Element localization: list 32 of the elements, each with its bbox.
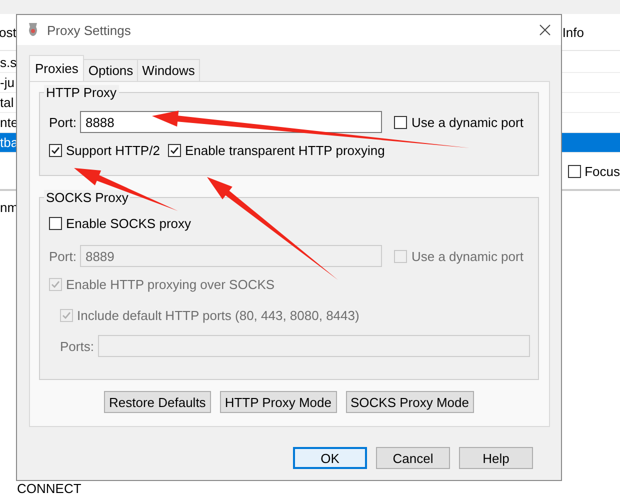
checkbox-label: Enable HTTP proxying over SOCKS (66, 277, 275, 292)
column-header: Info (562, 24, 584, 40)
checkbox[interactable] (49, 217, 62, 230)
checkbox-label: Support HTTP/2 (66, 143, 160, 158)
app-icon (27, 22, 39, 38)
tab[interactable]: Options (83, 59, 138, 81)
group-title: SOCKS Proxy (44, 190, 130, 205)
mode-button[interactable]: SOCKS Proxy Mode (346, 391, 474, 413)
checkbox[interactable] (49, 144, 62, 157)
field-label: Port: (49, 248, 76, 264)
checkbox-label: Use a dynamic port (411, 248, 524, 264)
window-title: Proxy Settings (47, 22, 132, 38)
dialog-button[interactable]: Cancel (376, 447, 450, 469)
dialog-button[interactable]: OK (293, 447, 367, 469)
mode-button[interactable]: Restore Defaults (104, 391, 211, 413)
close-icon[interactable] (539, 24, 551, 36)
status-text: CONNECT (17, 481, 82, 495)
checkbox[interactable] (568, 164, 581, 178)
group-title: HTTP Proxy (44, 85, 119, 100)
checkbox[interactable] (394, 116, 408, 128)
checkbox-label: Focus (584, 164, 620, 178)
field-label: Ports: (60, 338, 94, 354)
checkbox-label: Include default HTTP ports (80, 443, 8080, 8443) (77, 308, 360, 323)
dialog-button[interactable]: Help (459, 447, 533, 469)
checkbox[interactable] (168, 144, 181, 157)
mode-button[interactable]: HTTP Proxy Mode (220, 391, 336, 413)
tab[interactable]: Windows (137, 59, 200, 81)
tab[interactable]: Proxies (29, 55, 84, 81)
field-label: Port: (49, 114, 76, 130)
checkbox-label: Enable SOCKS proxy (66, 216, 192, 231)
checkbox-label: Enable transparent HTTP proxying (184, 143, 385, 158)
checkbox-label: Use a dynamic port (411, 114, 524, 130)
